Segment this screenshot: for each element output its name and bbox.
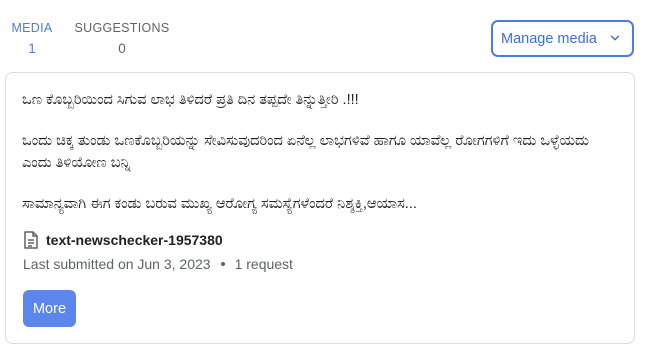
more-button[interactable]: More xyxy=(23,290,76,327)
tab-media[interactable]: MEDIA 1 xyxy=(0,0,64,64)
tab-suggestions-count: 0 xyxy=(118,41,126,56)
media-card: ಒಣ ಕೊಬ್ಬರಿಯಿಂದ ಸಿಗುವ ಲಾಭ ತಿಳಿದರೆ ಪ್ರತಿ ದ… xyxy=(5,72,635,344)
media-text-paragraph: ಒಣ ಕೊಬ್ಬರಿಯಿಂದ ಸಿಗುವ ಲಾಭ ತಿಳಿದರೆ ಪ್ರತಿ ದ… xyxy=(22,92,359,108)
last-submitted-text: Last submitted on Jun 3, 2023 xyxy=(23,256,211,272)
media-text-paragraph: ಸಾಮಾನ್ಯವಾಗಿ ಈಗ ಕಂಡು ಬರುವ ಮುಖ್ಯ ಆರೋಗ್ಯ ಸಮ… xyxy=(22,196,417,212)
tab-bar: MEDIA 1 SUGGESTIONS 0 xyxy=(0,0,172,64)
tab-suggestions-label: SUGGESTIONS xyxy=(74,21,170,35)
separator-dot xyxy=(220,262,225,266)
tab-media-count: 1 xyxy=(28,41,36,56)
request-count: 1 request xyxy=(234,256,293,272)
file-row: text-newschecker-1957380 xyxy=(23,231,223,249)
tab-suggestions[interactable]: SUGGESTIONS 0 xyxy=(72,0,172,64)
tab-media-label: MEDIA xyxy=(11,21,53,35)
manage-media-button[interactable]: Manage media xyxy=(491,20,634,57)
chevron-down-icon xyxy=(610,35,620,41)
file-name: text-newschecker-1957380 xyxy=(46,232,223,248)
submission-meta: Last submitted on Jun 3, 2023 1 request xyxy=(23,256,293,272)
media-text-paragraph: ಒಂದು ಚಿಕ್ಕ ತುಂಡು ಒಣಕೊಬ್ಬರಿಯನ್ನು ಸೇವಿಸುವು… xyxy=(22,133,589,171)
media-text: ಒಣ ಕೊಬ್ಬರಿಯಿಂದ ಸಿಗುವ ಲಾಭ ತಿಳಿದರೆ ಪ್ರತಿ ದ… xyxy=(22,89,622,215)
manage-media-label: Manage media xyxy=(501,30,597,47)
document-icon xyxy=(24,231,38,249)
